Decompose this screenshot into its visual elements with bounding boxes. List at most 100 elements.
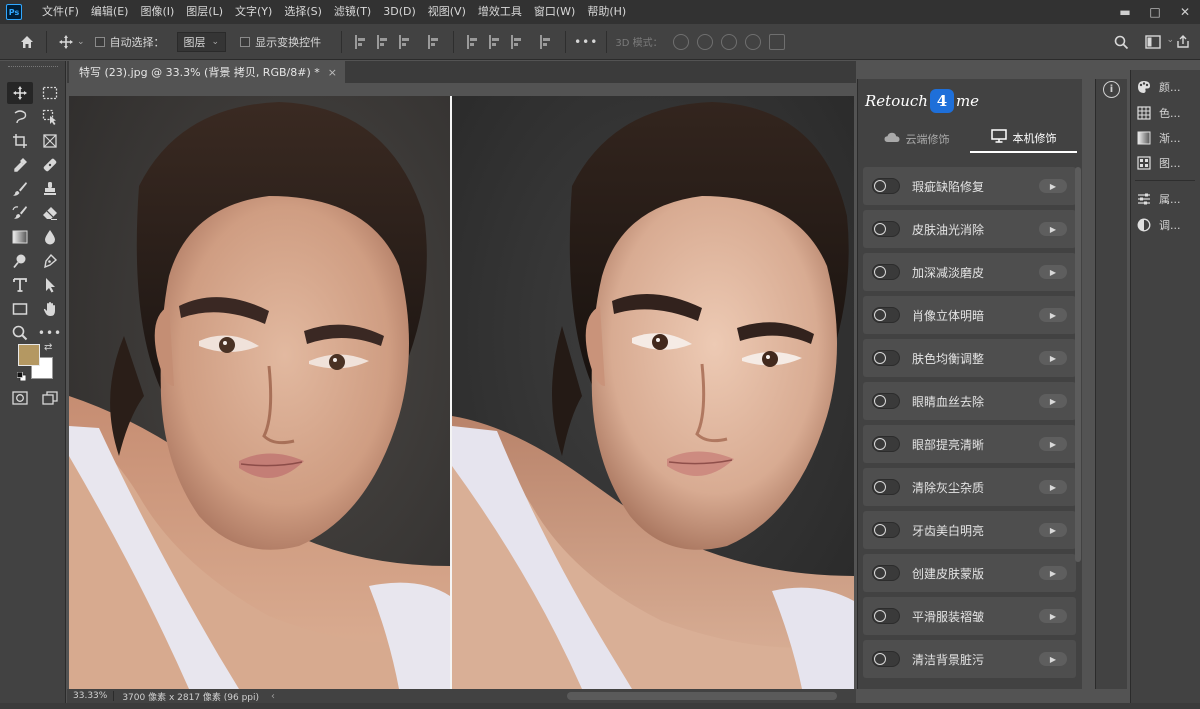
align-middle-v-icon[interactable] <box>489 34 501 49</box>
rectangle-tool[interactable] <box>7 298 33 320</box>
menu-3d[interactable]: 3D(D) <box>377 0 422 24</box>
menu-image[interactable]: 图像(I) <box>134 0 180 24</box>
menu-edit[interactable]: 编辑(E) <box>85 0 135 24</box>
feature-toggle[interactable] <box>872 178 900 194</box>
screen-mode-icon[interactable] <box>37 387 63 409</box>
share-icon[interactable] <box>1172 31 1194 53</box>
move-tool-icon[interactable] <box>55 31 77 53</box>
align-left-icon[interactable] <box>355 34 367 49</box>
run-feature-button[interactable]: ▶ <box>1039 351 1067 365</box>
eyedropper-tool[interactable] <box>7 154 33 176</box>
feature-toggle[interactable] <box>872 221 900 237</box>
run-feature-button[interactable]: ▶ <box>1039 265 1067 279</box>
menu-type[interactable]: 文字(Y) <box>229 0 278 24</box>
run-feature-button[interactable]: ▶ <box>1039 394 1067 408</box>
tab-local-retouch[interactable]: 本机修饰 <box>970 125 1077 153</box>
menu-window[interactable]: 窗口(W) <box>528 0 581 24</box>
feature-toggle[interactable] <box>872 350 900 366</box>
slide-3d-icon[interactable] <box>744 33 761 50</box>
panel-adjustments[interactable]: 调... <box>1137 214 1181 236</box>
menu-plugins[interactable]: 增效工具 <box>472 0 528 24</box>
edit-toolbar-more-icon[interactable]: ••• <box>37 322 63 344</box>
tool-preset-chevron-icon[interactable]: ⌄ <box>77 37 85 47</box>
menu-view[interactable]: 视图(V) <box>422 0 472 24</box>
document-canvas[interactable] <box>69 96 854 689</box>
menu-filter[interactable]: 滤镜(T) <box>328 0 377 24</box>
run-feature-button[interactable]: ▶ <box>1039 609 1067 623</box>
camera-3d-icon[interactable] <box>768 33 785 50</box>
swap-colors-icon[interactable]: ⇄ <box>44 342 52 353</box>
plugin-scrollbar[interactable] <box>1075 167 1081 562</box>
feature-toggle[interactable] <box>872 393 900 409</box>
info-icon[interactable]: i <box>1103 81 1120 98</box>
object-selection-tool[interactable] <box>37 106 63 128</box>
history-brush-tool[interactable] <box>7 202 33 224</box>
menu-select[interactable]: 选择(S) <box>278 0 328 24</box>
panel-patterns[interactable]: 图... <box>1137 152 1181 174</box>
panel-swatches[interactable]: 色... <box>1137 102 1181 124</box>
panel-gradients[interactable]: 渐... <box>1137 127 1181 149</box>
run-feature-button[interactable]: ▶ <box>1039 308 1067 322</box>
more-options-button[interactable]: ••• <box>574 35 598 49</box>
panel-properties[interactable]: 属... <box>1137 188 1181 210</box>
brush-tool[interactable] <box>7 178 33 200</box>
frame-tool[interactable] <box>37 130 63 152</box>
run-feature-button[interactable]: ▶ <box>1039 652 1067 666</box>
hand-tool[interactable] <box>37 298 63 320</box>
workspace-icon[interactable] <box>1142 31 1164 53</box>
eraser-tool[interactable] <box>37 202 63 224</box>
type-tool[interactable] <box>7 274 33 296</box>
quick-mask-icon[interactable] <box>7 387 33 409</box>
align-bottom-icon[interactable] <box>511 34 523 49</box>
marquee-tool[interactable] <box>37 82 63 104</box>
show-transform-checkbox[interactable] <box>240 36 251 47</box>
run-feature-button[interactable]: ▶ <box>1039 437 1067 451</box>
feature-toggle[interactable] <box>872 307 900 323</box>
distribute-h-icon[interactable] <box>428 34 440 49</box>
align-right-icon[interactable] <box>399 34 411 49</box>
document-tab[interactable]: 特写 (23).jpg @ 33.3% (背景 拷贝, RGB/8#) * × <box>69 61 345 83</box>
path-selection-tool[interactable] <box>37 274 63 296</box>
feature-toggle[interactable] <box>872 264 900 280</box>
healing-brush-tool[interactable] <box>37 154 63 176</box>
default-colors-icon[interactable] <box>16 371 27 382</box>
blur-tool[interactable] <box>37 226 63 248</box>
panel-color[interactable]: 颜... <box>1137 76 1181 98</box>
feature-toggle[interactable] <box>872 479 900 495</box>
zoom-tool[interactable] <box>7 322 33 344</box>
close-document-icon[interactable]: × <box>328 66 337 79</box>
minimize-button[interactable]: ▬ <box>1110 0 1140 24</box>
feature-toggle[interactable] <box>872 522 900 538</box>
run-feature-button[interactable]: ▶ <box>1039 523 1067 537</box>
roll-3d-icon[interactable] <box>696 33 713 50</box>
status-menu-arrow-icon[interactable]: ‹ <box>271 691 275 702</box>
feature-toggle[interactable] <box>872 651 900 667</box>
run-feature-button[interactable]: ▶ <box>1039 566 1067 580</box>
pen-tool[interactable] <box>37 250 63 272</box>
distribute-v-icon[interactable] <box>540 34 552 49</box>
feature-toggle[interactable] <box>872 436 900 452</box>
run-feature-button[interactable]: ▶ <box>1039 480 1067 494</box>
feature-toggle[interactable] <box>872 565 900 581</box>
menu-help[interactable]: 帮助(H) <box>581 0 632 24</box>
align-center-h-icon[interactable] <box>377 34 389 49</box>
menu-file[interactable]: 文件(F) <box>36 0 85 24</box>
maximize-button[interactable]: □ <box>1140 0 1170 24</box>
feature-toggle[interactable] <box>872 608 900 624</box>
crop-tool[interactable] <box>7 130 33 152</box>
dodge-tool[interactable] <box>7 250 33 272</box>
foreground-color-swatch[interactable] <box>18 344 40 366</box>
move-tool[interactable] <box>7 82 33 104</box>
clone-stamp-tool[interactable] <box>37 178 63 200</box>
document-info[interactable]: 3700 像素 x 2817 像素 (96 ppi) <box>114 690 267 703</box>
toolbar-grip[interactable] <box>8 66 58 68</box>
home-icon[interactable] <box>16 31 38 53</box>
orbit-3d-icon[interactable] <box>672 33 689 50</box>
align-top-icon[interactable] <box>467 34 479 49</box>
lasso-tool[interactable] <box>7 106 33 128</box>
auto-select-checkbox[interactable] <box>94 36 105 47</box>
menu-layer[interactable]: 图层(L) <box>180 0 229 24</box>
zoom-level[interactable]: 33.33% <box>67 691 115 701</box>
pan-3d-icon[interactable] <box>720 33 737 50</box>
auto-select-dropdown[interactable]: 图层 ⌄ <box>176 31 227 52</box>
